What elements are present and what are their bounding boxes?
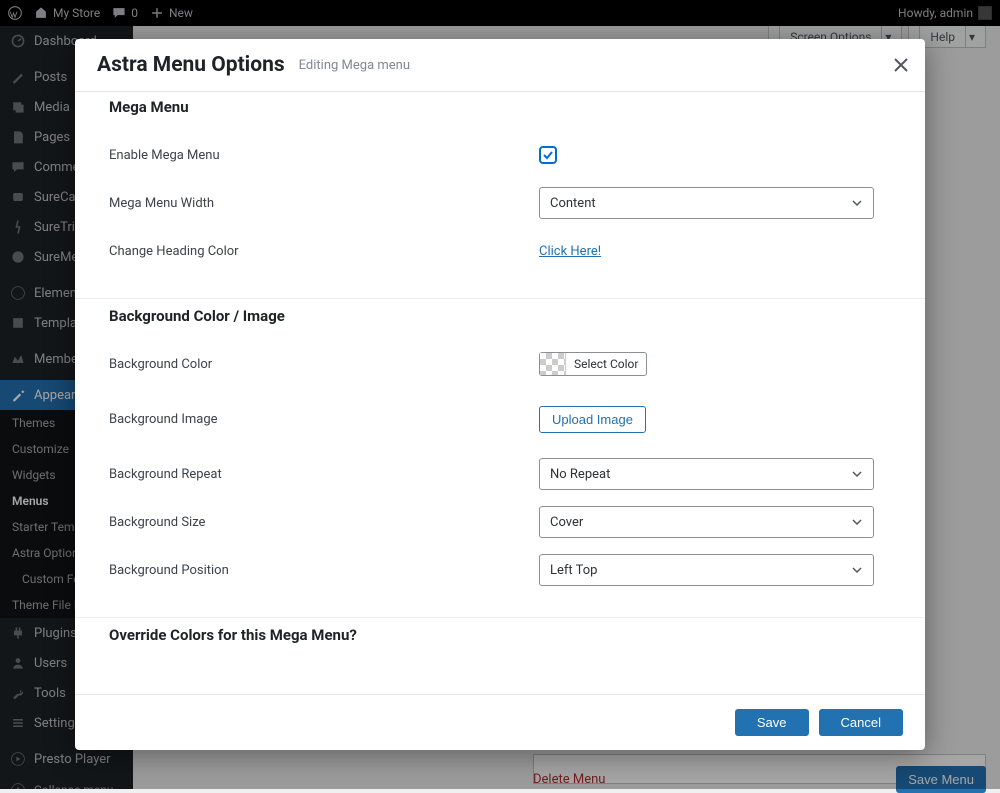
mega-menu-heading: Mega Menu [109, 98, 891, 116]
bg-repeat-select[interactable]: No Repeat [539, 458, 874, 490]
modal-close-button[interactable] [877, 41, 925, 89]
modal-subtitle: Editing Mega menu [299, 58, 410, 73]
chevron-down-icon [851, 468, 863, 480]
select-value: Left Top [550, 563, 597, 578]
bg-color-label: Background Color [109, 357, 539, 372]
bg-size-label: Background Size [109, 515, 539, 530]
cancel-button[interactable]: Cancel [819, 709, 903, 736]
modal-footer: Save Cancel [75, 694, 925, 750]
enable-label: Enable Mega Menu [109, 148, 539, 163]
bg-position-label: Background Position [109, 563, 539, 578]
select-value: Content [550, 196, 596, 211]
bg-repeat-label: Background Repeat [109, 467, 539, 482]
bg-color-button[interactable]: Select Color [539, 352, 647, 376]
select-value: Cover [550, 515, 583, 530]
modal-body: Mega Menu Enable Mega Menu Mega Menu Wid… [75, 92, 925, 694]
modal-header: Astra Menu Options Editing Mega menu [75, 39, 925, 92]
chevron-down-icon [851, 564, 863, 576]
mega-menu-width-select[interactable]: Content [539, 187, 874, 219]
bg-section-heading: Background Color / Image [109, 307, 891, 325]
chevron-down-icon [851, 516, 863, 528]
save-button[interactable]: Save [735, 709, 809, 736]
astra-menu-options-modal: Astra Menu Options Editing Mega menu Meg… [75, 39, 925, 750]
bg-size-select[interactable]: Cover [539, 506, 874, 538]
select-value: No Repeat [550, 467, 610, 482]
modal-title: Astra Menu Options [97, 53, 285, 77]
check-icon [542, 149, 554, 161]
color-btn-label: Select Color [566, 357, 646, 371]
upload-image-button[interactable]: Upload Image [539, 406, 646, 433]
close-icon [894, 58, 908, 72]
bg-image-label: Background Image [109, 412, 539, 427]
width-label: Mega Menu Width [109, 196, 539, 211]
override-colors-heading: Override Colors for this Mega Menu? [109, 626, 891, 644]
color-swatch-icon [540, 353, 566, 375]
heading-color-label: Change Heading Color [109, 244, 539, 259]
bg-position-select[interactable]: Left Top [539, 554, 874, 586]
enable-mega-menu-checkbox[interactable] [539, 146, 557, 164]
change-heading-color-link[interactable]: Click Here! [539, 244, 601, 259]
chevron-down-icon [851, 197, 863, 209]
